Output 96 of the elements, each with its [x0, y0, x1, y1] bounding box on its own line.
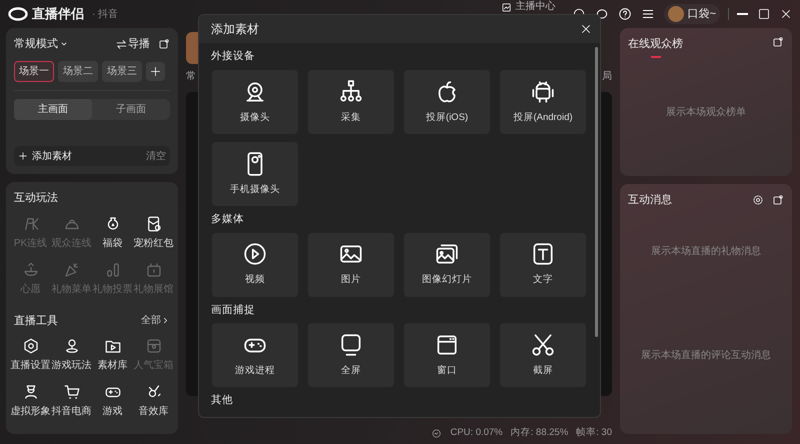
- tile-label: 采集: [341, 110, 361, 125]
- popout-icon: [772, 36, 784, 48]
- tab-indicator: [650, 56, 660, 58]
- tile-label: 视频: [245, 273, 265, 288]
- mode-dropdown[interactable]: 常规模式: [14, 36, 58, 52]
- scene-tab[interactable]: 场景一: [14, 60, 54, 82]
- tile-label: 全屏: [341, 364, 361, 378]
- play-icon: [242, 241, 268, 268]
- tile-label: 摄像头: [240, 110, 270, 125]
- popout-icon: [772, 194, 784, 206]
- source-tile[interactable]: 全屏: [308, 323, 394, 388]
- tile-label: 图片: [341, 273, 361, 288]
- scene-tab[interactable]: 场景三: [102, 60, 142, 82]
- chest-icon: [144, 337, 162, 355]
- clear-button[interactable]: 清空: [146, 148, 166, 164]
- scrollbar[interactable]: [595, 47, 598, 337]
- tool-label[interactable]: 音效库: [138, 404, 168, 419]
- canvas-tab[interactable]: 子画面: [92, 98, 170, 120]
- layout-label[interactable]: 局: [602, 69, 612, 84]
- scissors-icon: [530, 332, 556, 358]
- lamp-icon: [22, 260, 40, 278]
- fps-reading: 帧率: 30: [576, 426, 612, 440]
- close-icon: [780, 8, 792, 20]
- maximize-icon: [758, 8, 770, 20]
- canvas-tab[interactable]: 主画面: [14, 98, 92, 120]
- empty-hint: 展示本场直播的礼物消息: [651, 246, 761, 256]
- source-tile[interactable]: 投屏(Android): [500, 70, 586, 134]
- user-menu[interactable]: 口袋~: [664, 4, 720, 24]
- source-tile[interactable]: 手机摄像头: [212, 142, 298, 206]
- director-button[interactable]: 导播: [128, 36, 150, 52]
- hexagon-icon: [22, 337, 40, 355]
- avatar-placeholder: [668, 6, 684, 22]
- section-title: 画面捕捉: [211, 304, 255, 316]
- tile-label: 截屏: [533, 364, 553, 378]
- source-tile[interactable]: 摄像头: [212, 70, 298, 134]
- popout-icon: [158, 38, 170, 50]
- robot-icon: [530, 78, 556, 105]
- minimize-icon[interactable]: [737, 13, 748, 15]
- app-title: 直播伴侣: [32, 5, 84, 24]
- help-icon: [618, 7, 632, 21]
- tile-label: 窗口: [437, 364, 457, 378]
- tool-label[interactable]: 虚拟形象: [10, 404, 50, 419]
- scene-tab[interactable]: 场景二: [58, 60, 98, 82]
- empty-hint: 展示本场直播的评论互动消息: [641, 350, 771, 361]
- tool-label[interactable]: 宠粉红包: [134, 236, 174, 250]
- empty-hint: 展示本场观众榜单: [666, 106, 746, 120]
- chart-icon: [500, 2, 512, 12]
- section-title: 外接设备: [211, 50, 255, 62]
- party-icon: [62, 260, 80, 278]
- section-title: 多媒体: [211, 212, 244, 225]
- source-tile[interactable]: 游戏进程: [212, 323, 298, 388]
- source-tile[interactable]: 采集: [308, 70, 394, 134]
- anchor-center-link[interactable]: 主播中心: [516, 1, 556, 13]
- add-source-button[interactable]: 添加素材: [32, 148, 72, 164]
- tool-label[interactable]: 福袋: [102, 236, 122, 250]
- swap-icon: [115, 38, 128, 51]
- logo-icon: [8, 7, 28, 21]
- source-tile[interactable]: 视频: [212, 232, 298, 296]
- source-tile[interactable]: 图像幻灯片: [404, 232, 490, 296]
- tile-label: 手机摄像头: [230, 182, 280, 197]
- tool-label[interactable]: 直播设置: [10, 358, 50, 373]
- tool-label[interactable]: 游戏玩法: [52, 358, 92, 373]
- section-title: 其他: [211, 394, 233, 406]
- section-title: 互动玩法: [14, 192, 58, 204]
- tile-label: 投屏(Android): [513, 110, 573, 125]
- chevron-right-icon: [161, 316, 170, 326]
- tile-label: 游戏进程: [235, 364, 275, 378]
- section-title: 直播工具: [14, 314, 58, 328]
- source-tile[interactable]: 投屏(iOS): [404, 70, 490, 134]
- settings-icon: [752, 194, 764, 206]
- source-tile[interactable]: 窗口: [404, 323, 490, 388]
- source-tile[interactable]: 截屏: [500, 323, 586, 388]
- source-tile[interactable]: 文字: [500, 232, 586, 296]
- tile-label: 图像幻灯片: [422, 273, 472, 288]
- tile-label: 投屏(iOS): [426, 110, 468, 125]
- close-icon: [580, 23, 592, 35]
- plus-icon: [150, 66, 161, 76]
- all-link[interactable]: 全部: [141, 313, 161, 328]
- add-scene-button[interactable]: [146, 62, 165, 80]
- performance-icon: [431, 428, 442, 438]
- tool-label[interactable]: 素材库: [98, 358, 128, 373]
- panel-title[interactable]: 在线观众榜: [628, 36, 683, 52]
- panel-title: 互动消息: [628, 193, 672, 208]
- tool-label[interactable]: 游戏: [102, 404, 122, 419]
- tool-label[interactable]: 抖音电商: [52, 404, 92, 419]
- cpu-reading: CPU: 0.07%: [450, 426, 503, 440]
- plus-icon: [18, 151, 28, 161]
- menu-icon: [640, 7, 655, 21]
- view-label[interactable]: 常: [186, 69, 196, 84]
- source-tile[interactable]: 图片: [308, 232, 394, 296]
- cart-icon: [62, 383, 80, 401]
- gift-box-icon: [144, 260, 162, 278]
- dialog-title: 添加素材: [211, 21, 259, 38]
- platform-label: · 抖音: [92, 8, 118, 22]
- tile-label: 文字: [533, 273, 553, 288]
- memory-reading: 内存: 88.25%: [510, 426, 568, 440]
